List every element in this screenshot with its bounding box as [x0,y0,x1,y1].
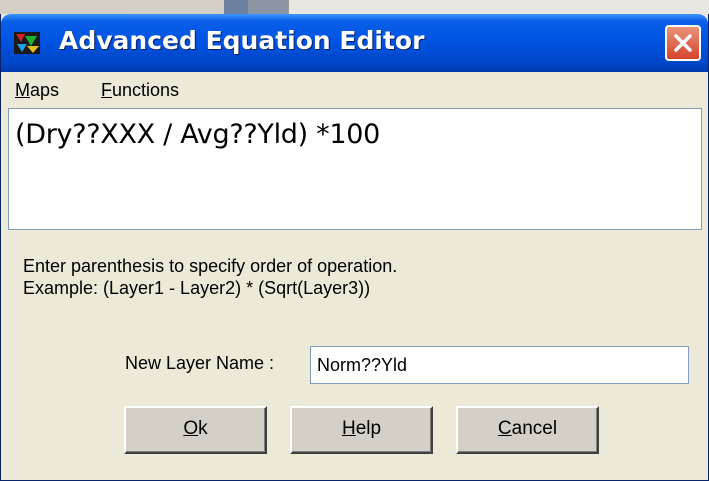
cancel-label: ancel [511,418,558,439]
hint-line-2: Example: (Layer1 - Layer2) * (Sqrt(Layer… [23,278,371,298]
menu-functions-label: unctions [112,80,180,100]
cancel-button[interactable]: Cancel [456,406,599,454]
background-window-fragment [288,0,709,14]
menu-maps-accelerator: M [15,80,30,100]
menu-bar: Maps Functions [7,72,703,108]
ok-label: k [198,418,208,439]
menu-functions-accelerator: F [101,80,112,100]
ok-accelerator: O [183,418,199,439]
title-bar[interactable]: Advanced Equation Editor [1,14,708,72]
equation-text: (Dry??XXX / Avg??Yld) *100 [15,119,380,150]
window-title: Advanced Equation Editor [59,26,425,55]
new-layer-name-input[interactable] [310,346,689,384]
ok-button[interactable]: Ok [124,406,267,454]
help-label: elp [355,418,382,439]
hint-line-1: Enter parenthesis to specify order of op… [23,256,398,276]
menu-maps-label: aps [30,80,60,100]
menu-maps[interactable]: Maps [15,80,59,101]
cancel-accelerator: C [497,418,512,439]
background-window-fragment [248,0,288,14]
help-button[interactable]: Help [290,406,433,454]
app-grid-icon [14,32,40,54]
menu-functions[interactable]: Functions [101,80,179,101]
close-button[interactable] [665,25,701,61]
background-taskbar-strip [0,0,709,14]
background-window-fragment [224,0,248,14]
new-layer-name-label: New Layer Name : [125,353,275,373]
equation-textarea[interactable]: (Dry??XXX / Avg??Yld) *100 [8,108,702,230]
equation-editor-dialog: Advanced Equation Editor Maps Functions … [0,14,709,481]
help-accelerator: H [341,418,356,439]
close-icon [674,34,692,52]
